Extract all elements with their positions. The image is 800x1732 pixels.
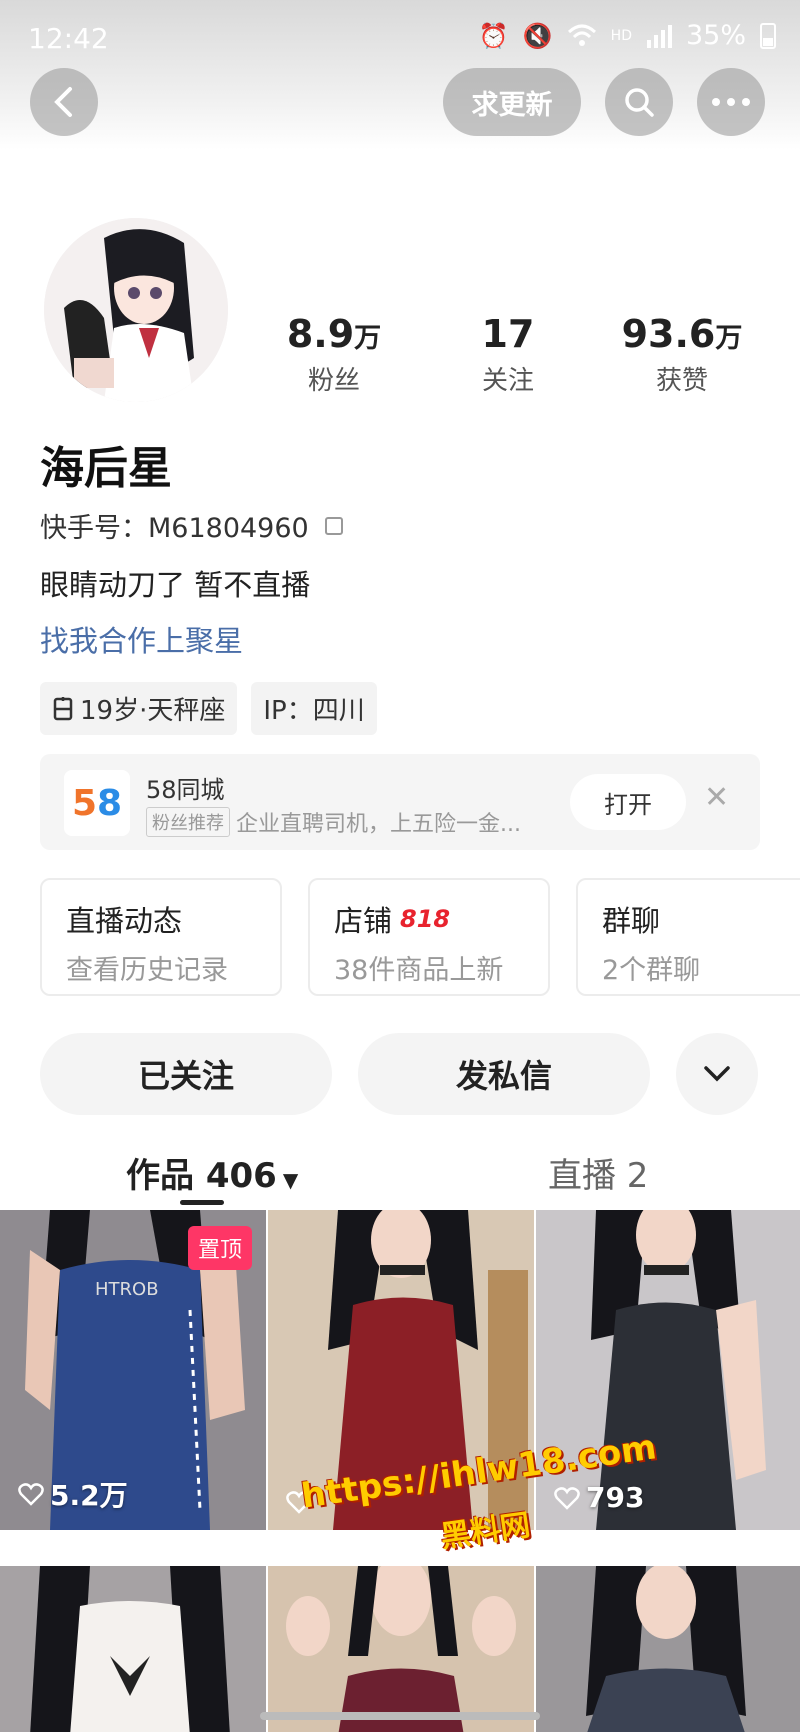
request-update-button[interactable]: 求更新 — [443, 68, 581, 136]
thumbnail-image — [536, 1566, 800, 1732]
ad-badge: 粉丝推荐 — [146, 807, 230, 837]
more-button[interactable] — [697, 68, 765, 136]
video-thumbnail[interactable] — [268, 1566, 534, 1732]
ad-description: 企业直聘司机，上五险一金... — [236, 812, 521, 837]
following-stat[interactable]: 17 关注 — [428, 312, 588, 397]
thumbnail-image — [268, 1566, 534, 1732]
live-history-card[interactable]: 直播动态 查看历史记录 — [40, 878, 282, 996]
alarm-icon: ⏰ — [478, 21, 509, 50]
followers-unit: 万 — [354, 323, 382, 354]
video-thumbnail[interactable]: HTROB 置顶 5.2万 — [0, 1210, 266, 1530]
card-subtitle: 2个群聊 — [602, 955, 701, 986]
followers-count: 8.9 — [286, 312, 355, 356]
profile-tags: 19岁·天秤座 IP：四川 — [40, 682, 377, 735]
followed-button[interactable]: 已关注 — [40, 1033, 332, 1115]
heart-icon — [18, 1483, 44, 1506]
ad-title: 58同城 — [146, 776, 225, 804]
58-logo: 58 — [64, 770, 130, 836]
svg-text:HTROB: HTROB — [95, 1279, 159, 1300]
ad-description-row: 粉丝推荐 企业直聘司机，上五险一金... — [146, 806, 521, 838]
thumbnail-image — [0, 1566, 266, 1732]
user-id-row[interactable]: 快手号：M61804960 — [40, 506, 343, 545]
copy-icon[interactable] — [324, 516, 343, 535]
promo-818-badge: 818 — [400, 905, 451, 933]
likes-stat[interactable]: 93.6万 获赞 — [602, 312, 762, 397]
followers-stat[interactable]: 8.9万 粉丝 — [254, 312, 414, 397]
logo-digit-5: 5 — [71, 782, 97, 824]
likes-count: 93.6 — [621, 312, 716, 356]
status-time: 12:42 — [28, 22, 109, 55]
following-count: 17 — [481, 312, 535, 356]
avatar[interactable] — [44, 218, 228, 402]
like-count-text: 5.2万 — [50, 1479, 128, 1512]
more-icon — [712, 98, 750, 106]
tab-live[interactable]: 直播 2 — [548, 1148, 648, 1197]
video-thumbnail[interactable]: 793 — [536, 1210, 800, 1530]
chevron-left-icon — [54, 87, 72, 117]
search-button[interactable] — [605, 68, 673, 136]
battery-icon — [760, 22, 776, 49]
age-tag: 19岁·天秤座 — [40, 682, 238, 735]
card-title: 群聊 — [602, 904, 661, 938]
followers-label: 粉丝 — [307, 366, 360, 396]
card-title-row: 店铺 818 — [334, 898, 450, 940]
card-title: 店铺 — [334, 904, 393, 938]
ad-card[interactable]: 58 58同城 粉丝推荐 企业直聘司机，上五险一金... 打开 ✕ — [40, 754, 760, 850]
close-icon[interactable]: ✕ — [704, 780, 729, 815]
likes-label: 获赞 — [655, 366, 708, 396]
group-chat-card[interactable]: 群聊 2个群聊 — [576, 878, 800, 996]
like-count-text: 793 — [586, 1481, 645, 1514]
tab-works-label: 作品 406 — [126, 1156, 277, 1196]
wifi-icon — [567, 24, 596, 46]
status-bar: 12:42 ⏰ 🔇 HD 35% — [0, 0, 800, 76]
chevron-down-icon — [704, 1066, 730, 1082]
following-label: 关注 — [481, 366, 534, 396]
logo-digit-8: 8 — [97, 782, 123, 824]
expand-button[interactable] — [676, 1033, 758, 1115]
cooperation-link[interactable]: 找我合作上聚星 — [40, 618, 243, 660]
video-thumbnail[interactable] — [0, 1566, 266, 1732]
signal-icon — [646, 24, 672, 48]
ad-open-button[interactable]: 打开 — [570, 774, 686, 830]
avatar-illustration — [44, 218, 228, 402]
card-title: 直播动态 — [66, 904, 183, 938]
back-button[interactable] — [30, 68, 98, 136]
shop-card[interactable]: 店铺 818 38件商品上新 — [308, 878, 550, 996]
age-tag-text: 19岁·天秤座 — [80, 696, 226, 726]
nickname: 海后星 — [40, 443, 172, 494]
likes-unit: 万 — [715, 323, 743, 354]
like-count: 5.2万 — [18, 1474, 128, 1514]
ip-tag: IP：四川 — [251, 682, 377, 735]
battery-percent: 35% — [685, 20, 746, 51]
heart-icon — [554, 1486, 580, 1510]
ip-tag-text: IP：四川 — [263, 696, 365, 726]
card-subtitle: 查看历史记录 — [66, 955, 228, 986]
mute-icon: 🔇 — [522, 21, 553, 50]
home-indicator — [260, 1712, 540, 1720]
card-subtitle: 38件商品上新 — [334, 955, 504, 986]
user-id: 快手号：M61804960 — [40, 513, 309, 544]
status-icons: ⏰ 🔇 HD 35% — [479, 20, 776, 51]
bio: 眼睛动刀了 暂不直播 — [40, 568, 311, 602]
message-button[interactable]: 发私信 — [358, 1033, 650, 1115]
pinned-badge: 置顶 — [187, 1226, 252, 1270]
gender-icon — [53, 696, 73, 720]
tab-indicator — [180, 1200, 224, 1205]
video-thumbnail[interactable] — [536, 1566, 800, 1732]
like-count: 793 — [554, 1481, 644, 1514]
search-icon — [625, 88, 654, 117]
network-label: HD — [610, 27, 632, 44]
caret-down-icon: ▼ — [282, 1168, 299, 1192]
tab-works[interactable]: 作品 406 ▼ — [126, 1148, 298, 1197]
